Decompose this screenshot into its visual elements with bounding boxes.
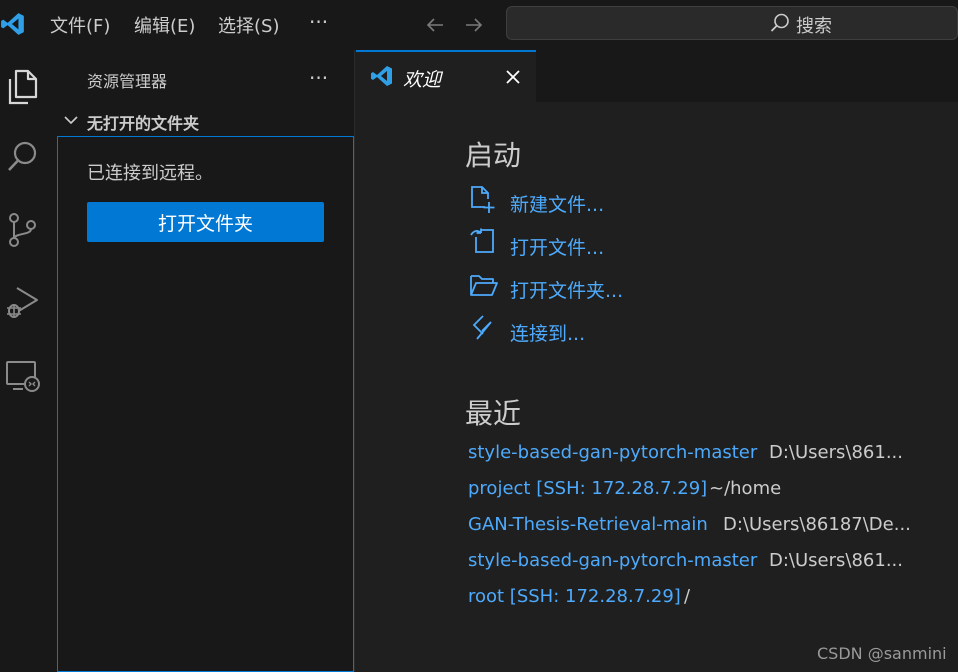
command-center-search[interactable] [506,6,958,40]
menu-selection[interactable]: 选择(S) [218,12,279,38]
connected-message: 已连接到远程。 [87,163,213,184]
open-folder-button[interactable]: 打开文件夹 [87,202,324,242]
chevron-down-icon[interactable] [63,112,79,128]
open-folder-link[interactable]: 打开文件夹... [510,276,623,303]
menu-more-button[interactable]: ··· [309,10,328,34]
tab-welcome-label: 欢迎 [403,69,442,91]
sidebar-title: 资源管理器 [87,72,168,91]
recent-item-path: D:\Users\861... [769,550,903,571]
run-debug-icon[interactable] [0,280,44,324]
back-arrow-icon[interactable] [424,14,446,36]
remote-explorer-icon[interactable] [0,354,44,398]
new-file-icon [469,185,497,215]
no-folder-section-header[interactable]: 无打开的文件夹 [87,110,199,134]
recent-item-name[interactable]: root [SSH: 172.28.7.29] [468,586,681,607]
recent-item-name[interactable]: style-based-gan-pytorch-master [468,550,757,571]
open-file-icon [469,227,499,257]
recent-item-path: ~/home [709,478,782,499]
menu-file[interactable]: 文件(F) [50,12,110,38]
recent-item-name[interactable]: GAN-Thesis-Retrieval-main [468,514,708,535]
recent-item-path: / [684,586,691,607]
menu-edit[interactable]: 编辑(E) [134,12,195,38]
connect-to-link[interactable]: 连接到... [510,319,585,346]
recent-section-title: 最近 [465,397,522,430]
recent-item-path: D:\Users\86187\De... [723,514,911,535]
source-control-icon[interactable] [0,208,44,252]
remote-connect-icon [469,313,497,343]
forward-arrow-icon[interactable] [463,14,485,36]
open-folder-icon [469,272,499,300]
search-icon [769,12,791,34]
recent-item-name[interactable]: style-based-gan-pytorch-master [468,442,757,463]
vscode-tab-icon [370,64,394,88]
explorer-icon[interactable] [0,65,44,109]
watermark: CSDN @sanmini [817,644,947,663]
start-section-title: 启动 [465,139,522,172]
recent-item-path: D:\Users\861... [769,442,903,463]
open-file-link[interactable]: 打开文件... [510,233,604,260]
search-label: 搜索 [796,16,832,37]
new-file-link[interactable]: 新建文件... [510,190,604,217]
vscode-logo-icon [0,11,26,37]
sidebar-more-button[interactable]: ··· [309,66,328,90]
recent-item-name[interactable]: project [SSH: 172.28.7.29] [468,478,707,499]
search-view-icon[interactable] [0,136,44,180]
close-tab-icon[interactable] [504,68,522,86]
